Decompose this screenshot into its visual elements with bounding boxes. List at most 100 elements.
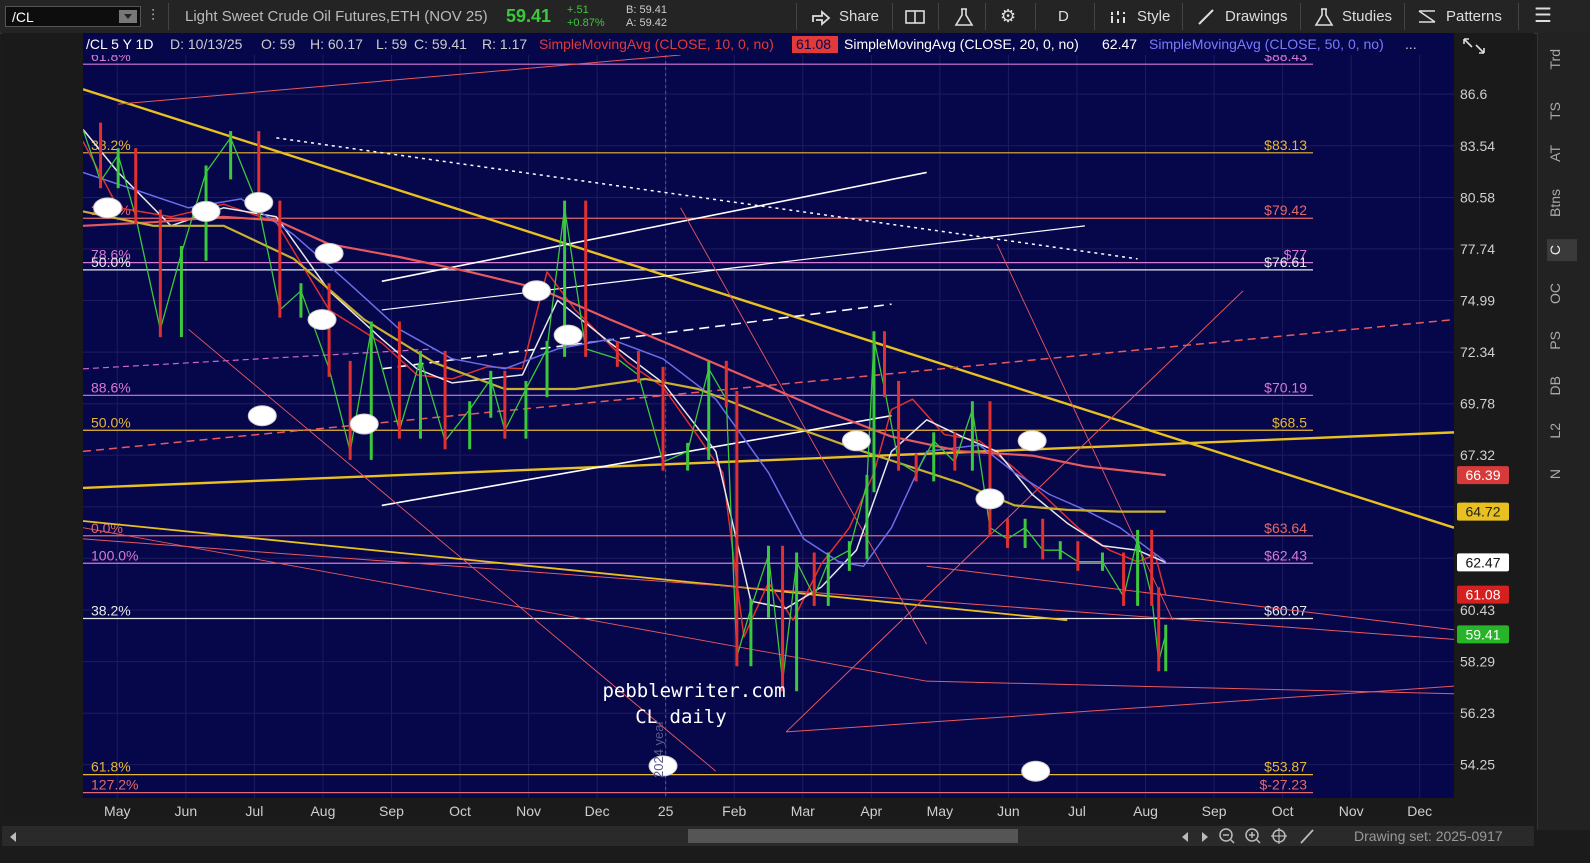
gear-button[interactable]: ⚙: [1000, 0, 1016, 33]
gear-icon: ⚙: [1000, 6, 1017, 26]
annotation-marker[interactable]: [975, 488, 1005, 510]
divider: [168, 3, 169, 30]
x-tick-label: Nov: [1339, 803, 1364, 819]
studies-label: Studies: [1342, 8, 1393, 25]
horizontal-scrollbar[interactable]: Drawing set: 2025-0917: [2, 826, 1534, 846]
sma10-label[interactable]: SimpleMovingAvg (CLOSE, 10, 0, no): [539, 36, 774, 52]
y-tick-label: 69.78: [1460, 396, 1495, 412]
annotation-marker[interactable]: [93, 197, 123, 219]
tab-btns[interactable]: Btns: [1547, 189, 1577, 217]
tab-l2[interactable]: L2: [1547, 423, 1577, 439]
year-divider-label: 2024 year: [651, 720, 666, 778]
price-tag-label: 59.41: [1465, 626, 1500, 642]
annotation-marker[interactable]: [307, 309, 337, 331]
annotation-marker[interactable]: [314, 242, 344, 264]
tab-at[interactable]: AT: [1547, 145, 1577, 162]
x-tick-label: Aug: [1133, 803, 1158, 819]
sma20-label[interactable]: SimpleMovingAvg (CLOSE, 20, 0, no): [844, 36, 1079, 52]
annotation-marker[interactable]: [244, 191, 274, 213]
price-tag-label: 66.39: [1465, 467, 1500, 483]
drawing-set-label[interactable]: Drawing set: 2025-0917: [1354, 826, 1503, 846]
fib-percent-label: 88.6%: [91, 379, 131, 395]
crosshair-icon[interactable]: [1271, 828, 1287, 844]
y-tick-label: 56.23: [1460, 705, 1495, 721]
patterns-button[interactable]: Patterns: [1417, 0, 1502, 33]
divider: [1094, 3, 1095, 30]
x-tick-label: Oct: [1272, 803, 1294, 819]
sma10-value: 61.08: [796, 36, 831, 52]
divider: [892, 3, 893, 30]
scroll-forward-icon[interactable]: [1202, 832, 1208, 842]
tab-ps[interactable]: PS: [1547, 331, 1577, 350]
sma50-label[interactable]: SimpleMovingAvg (CLOSE, 50, 0, no): [1149, 36, 1384, 52]
tab-trd[interactable]: Trd: [1547, 49, 1577, 69]
x-tick-label: May: [104, 803, 130, 819]
price-chart[interactable]: 61.8%$88.4338.2%$83.1323.6%$79.4278.6%$7…: [2, 33, 1534, 823]
fib-percent-label: 127.2%: [91, 777, 138, 793]
fib-percent-label: 61.8%: [91, 759, 131, 775]
ask-price: A: 59.42: [626, 17, 667, 29]
net-change-pct: +0.87%: [567, 17, 605, 29]
instrument-description: Light Sweet Crude Oil Futures,ETH (NOV 2…: [185, 8, 488, 25]
scroll-thumb[interactable]: [688, 829, 1018, 843]
drawings-button[interactable]: Drawings: [1196, 0, 1288, 33]
zoom-in-icon[interactable]: [1245, 828, 1261, 844]
annotation-marker[interactable]: [191, 200, 221, 222]
ohlc-date: D: 10/13/25: [170, 36, 243, 52]
x-tick-label: Aug: [310, 803, 335, 819]
style-button[interactable]: Style: [1108, 0, 1170, 33]
fib-price-label: $63.64: [1264, 520, 1307, 536]
zoom-out-icon[interactable]: [1219, 828, 1235, 844]
chart-title: /CL 5 Y 1D: [86, 36, 153, 52]
annotation-marker[interactable]: [349, 413, 379, 435]
fib-price-label: $60.07: [1264, 603, 1307, 619]
x-tick-label: Dec: [585, 803, 610, 819]
scroll-left-icon[interactable]: [10, 832, 16, 842]
tab-db[interactable]: DB: [1547, 376, 1577, 395]
divider: [1035, 3, 1036, 30]
y-tick-label: 77.74: [1460, 241, 1495, 257]
chart-panel[interactable]: 61.8%$88.4338.2%$83.1323.6%$79.4278.6%$7…: [2, 33, 1534, 823]
annotation-marker[interactable]: [247, 405, 277, 427]
fib-price-label: $-27.23: [1260, 777, 1308, 793]
annotation-marker[interactable]: [841, 430, 871, 452]
pencil-icon[interactable]: [1300, 829, 1314, 844]
fib-price-label: $79.42: [1264, 202, 1307, 218]
y-tick-label: 58.29: [1460, 654, 1495, 670]
symbol-dropdown-icon[interactable]: [119, 10, 137, 23]
fib-percent-label: 50.0%: [91, 414, 131, 430]
ohlc-open: O: 59: [261, 36, 295, 52]
tab-oc[interactable]: OC: [1547, 283, 1577, 304]
tab-c[interactable]: C: [1547, 239, 1577, 262]
fib-percent-label: 50.0%: [91, 254, 131, 270]
share-button[interactable]: Share: [810, 0, 879, 33]
studies-button[interactable]: Studies: [1313, 0, 1392, 33]
symbol-input[interactable]: /CL: [5, 6, 141, 27]
more-studies-ellipsis[interactable]: ...: [1405, 36, 1417, 52]
annotation-marker[interactable]: [553, 324, 583, 346]
grid-layout-icon: [905, 9, 925, 24]
annotation-marker[interactable]: [521, 280, 551, 302]
divider: [1404, 3, 1405, 30]
settings-slider-icon[interactable]: ⫶: [151, 0, 155, 33]
ohlc-high: H: 60.17: [310, 36, 363, 52]
scroll-back-icon[interactable]: [1182, 832, 1188, 842]
annotation-marker[interactable]: [1021, 760, 1051, 782]
studies-flask-icon: [1314, 7, 1334, 26]
drawings-label: Drawings: [1225, 8, 1288, 25]
bottom-strip: [0, 846, 1590, 863]
grid-button[interactable]: [904, 0, 926, 33]
menu-button[interactable]: ☰: [1534, 0, 1552, 33]
x-tick-label: Dec: [1407, 803, 1432, 819]
x-tick-label: Jul: [1068, 803, 1086, 819]
divider: [1182, 3, 1183, 30]
flask-button[interactable]: [953, 0, 975, 33]
bid-price: B: 59.41: [626, 4, 667, 16]
x-tick-label: Nov: [516, 803, 541, 819]
annotation-marker[interactable]: [1017, 430, 1047, 452]
tab-ts[interactable]: TS: [1547, 102, 1577, 120]
aggregation-button[interactable]: D: [1058, 0, 1069, 33]
x-tick-label: Mar: [791, 803, 815, 819]
fib-percent-label: 38.2%: [91, 137, 131, 153]
tab-n[interactable]: N: [1547, 469, 1577, 479]
